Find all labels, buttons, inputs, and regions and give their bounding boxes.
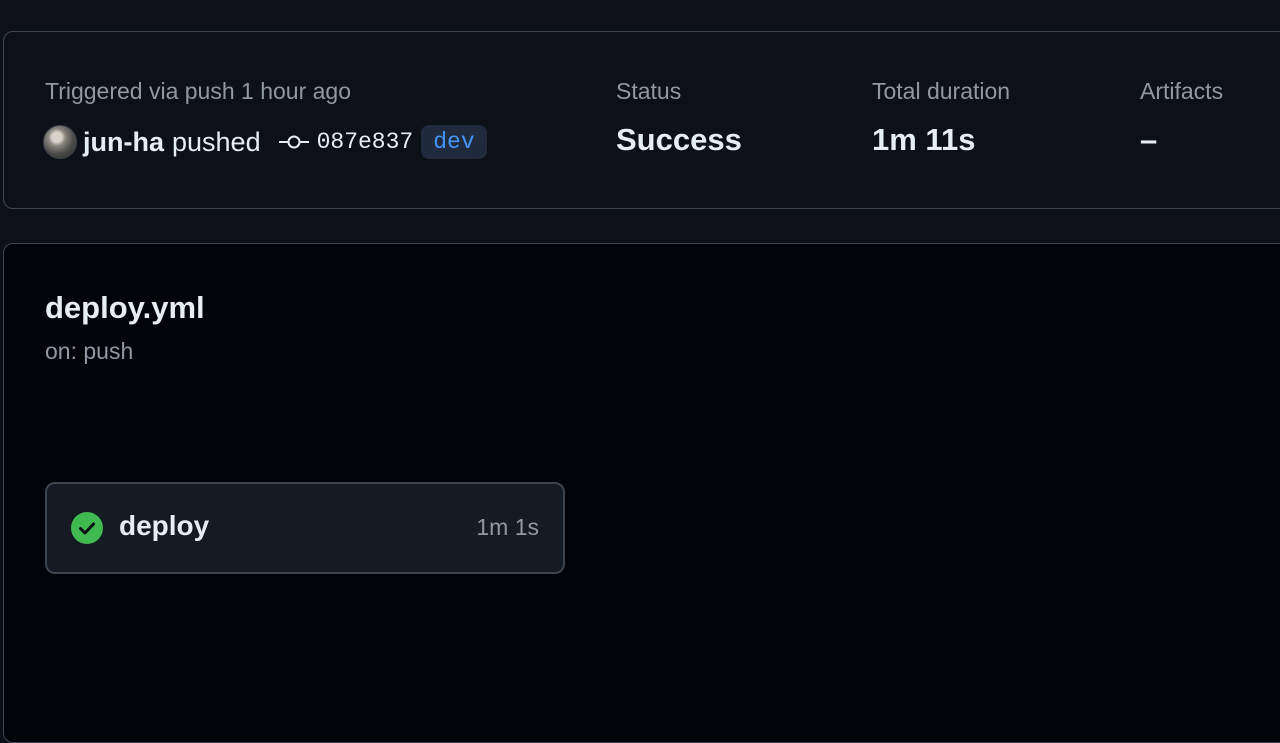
push-details: jun-ha pushed 087e837 dev — [43, 124, 487, 160]
commit-sha-link[interactable]: 087e837 — [317, 129, 414, 155]
trigger-description: Triggered via push 1 hour ago — [45, 78, 352, 104]
job-name: deploy — [119, 510, 210, 541]
push-action-text: pushed — [172, 126, 261, 157]
branch-badge[interactable]: dev — [421, 125, 487, 159]
status-label: Status — [616, 78, 682, 104]
workflow-file-name: deploy.yml — [45, 290, 205, 325]
status-value: Success — [616, 122, 742, 157]
git-commit-icon — [278, 134, 309, 150]
job-duration: 1m 1s — [476, 514, 539, 540]
avatar[interactable] — [43, 125, 77, 159]
duration-value: 1m 11s — [872, 122, 976, 157]
workflow-trigger: on: push — [45, 338, 134, 364]
duration-label: Total duration — [872, 78, 1011, 104]
artifacts-value: – — [1140, 122, 1158, 157]
check-circle-icon — [71, 512, 103, 544]
run-summary-card: Triggered via push 1 hour ago jun-ha pus… — [3, 31, 1280, 209]
workflow-graph-panel: deploy.yml on: push deploy 1m 1s — [3, 243, 1280, 743]
job-card-deploy[interactable]: deploy 1m 1s — [45, 482, 565, 574]
artifacts-label: Artifacts — [1140, 78, 1224, 104]
author-link[interactable]: jun-ha — [83, 127, 164, 158]
